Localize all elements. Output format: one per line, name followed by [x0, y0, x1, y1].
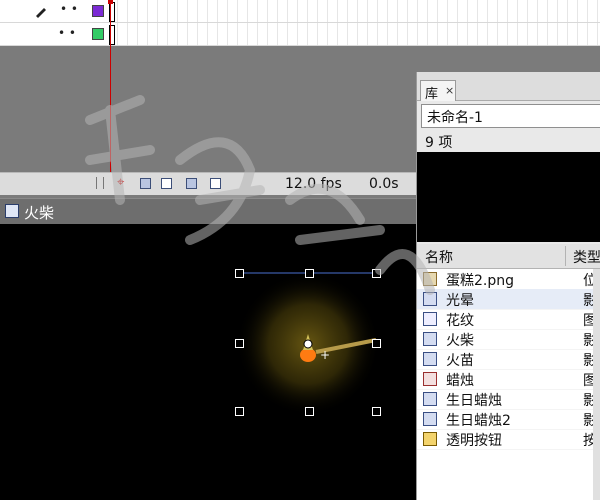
- frame-rate[interactable]: 12.0 fps: [285, 176, 342, 192]
- movieclip-icon: [5, 204, 19, 218]
- document-name: 未命名-1: [427, 110, 483, 126]
- timeline-status-bar: ⌖ 12.0 fps 0.0s: [0, 172, 416, 195]
- stage[interactable]: +: [0, 224, 416, 500]
- elapsed-time: 0.0s: [369, 176, 399, 192]
- frame-strip[interactable]: [108, 0, 600, 22]
- onion-skin-icon[interactable]: [140, 178, 151, 189]
- layer-visibility-dots[interactable]: • •: [60, 2, 78, 16]
- list-item[interactable]: 生日蜡烛2 影: [417, 409, 600, 430]
- layer-header[interactable]: • •: [0, 23, 108, 45]
- list-item[interactable]: 火苗 影: [417, 349, 600, 370]
- library-column-header: 名称 类型: [417, 244, 600, 269]
- breadcrumb-symbol[interactable]: 火柴: [24, 202, 54, 223]
- timeline-layer-row[interactable]: • •: [0, 23, 600, 46]
- library-tab-bar: 库 ×: [417, 72, 600, 102]
- transform-handle[interactable]: [305, 407, 314, 416]
- list-item[interactable]: 光晕 影: [417, 289, 600, 310]
- edit-multiple-frames-icon[interactable]: [186, 178, 197, 189]
- column-name[interactable]: 名称: [425, 247, 453, 267]
- transform-handle[interactable]: [305, 269, 314, 278]
- pencil-icon: [36, 8, 46, 18]
- timeline-layer-row[interactable]: • •: [0, 0, 600, 23]
- transform-point[interactable]: [303, 339, 313, 349]
- stage-canvas[interactable]: +: [0, 224, 416, 500]
- edit-bar: 火柴: [0, 198, 416, 225]
- transform-handle[interactable]: [235, 407, 244, 416]
- item-name: 蜡烛: [446, 373, 474, 389]
- bitmap-icon: [423, 272, 437, 286]
- transform-handle[interactable]: [235, 339, 244, 348]
- graphic-icon: [423, 312, 437, 326]
- movieclip-icon: [423, 392, 437, 406]
- item-name: 生日蜡烛2: [446, 413, 511, 429]
- modify-markers-icon[interactable]: [210, 178, 221, 189]
- item-name: 蛋糕2.png: [446, 273, 515, 289]
- movieclip-icon: [423, 332, 437, 346]
- close-icon[interactable]: ×: [445, 84, 454, 97]
- transform-handle[interactable]: [372, 407, 381, 416]
- item-name: 花纹: [446, 313, 474, 329]
- list-item[interactable]: 生日蜡烛 影: [417, 389, 600, 410]
- document-select[interactable]: 未命名-1: [421, 104, 600, 128]
- graphic-icon: [423, 372, 437, 386]
- transform-handle[interactable]: [372, 269, 381, 278]
- item-name: 生日蜡烛: [446, 393, 502, 409]
- library-preview: [417, 152, 600, 242]
- button-icon: [423, 432, 437, 446]
- center-frame-icon[interactable]: ⌖: [117, 175, 124, 190]
- onion-outline-icon[interactable]: [161, 178, 172, 189]
- library-panel: 库 × 未命名-1 9 项 名称 类型 蛋糕2.png 位 光晕 影 花纹 图 …: [416, 72, 600, 500]
- layer-visibility-dots[interactable]: • •: [58, 26, 76, 40]
- tab-library[interactable]: 库 ×: [420, 80, 456, 102]
- list-item[interactable]: 火柴 影: [417, 329, 600, 350]
- transform-handle[interactable]: [235, 269, 244, 278]
- column-divider[interactable]: [565, 246, 566, 266]
- layer-color-swatch[interactable]: [92, 28, 104, 40]
- transform-handle[interactable]: [372, 339, 381, 348]
- movieclip-icon: [423, 292, 437, 306]
- registration-icon: +: [320, 348, 330, 362]
- tab-label: 库: [425, 87, 439, 102]
- flame-base[interactable]: [300, 348, 316, 362]
- item-name: 火柴: [446, 333, 474, 349]
- scroll-grip-icon[interactable]: [96, 177, 104, 189]
- column-type[interactable]: 类型: [573, 247, 600, 267]
- list-item[interactable]: 花纹 图: [417, 309, 600, 330]
- list-item[interactable]: 蛋糕2.png 位: [417, 269, 600, 290]
- movieclip-icon: [423, 412, 437, 426]
- library-scrollbar[interactable]: [593, 269, 600, 500]
- list-item[interactable]: 蜡烛 图: [417, 369, 600, 390]
- frame-strip[interactable]: [108, 23, 600, 45]
- item-name: 火苗: [446, 353, 474, 369]
- layer-header[interactable]: • •: [0, 0, 108, 22]
- item-name: 光晕: [446, 293, 474, 309]
- item-count: 9 项: [425, 135, 453, 151]
- playhead-line[interactable]: [110, 0, 111, 176]
- movieclip-icon: [423, 352, 437, 366]
- watermark-badge: Baidu 经验: [470, 449, 582, 473]
- layer-color-swatch[interactable]: [92, 5, 104, 17]
